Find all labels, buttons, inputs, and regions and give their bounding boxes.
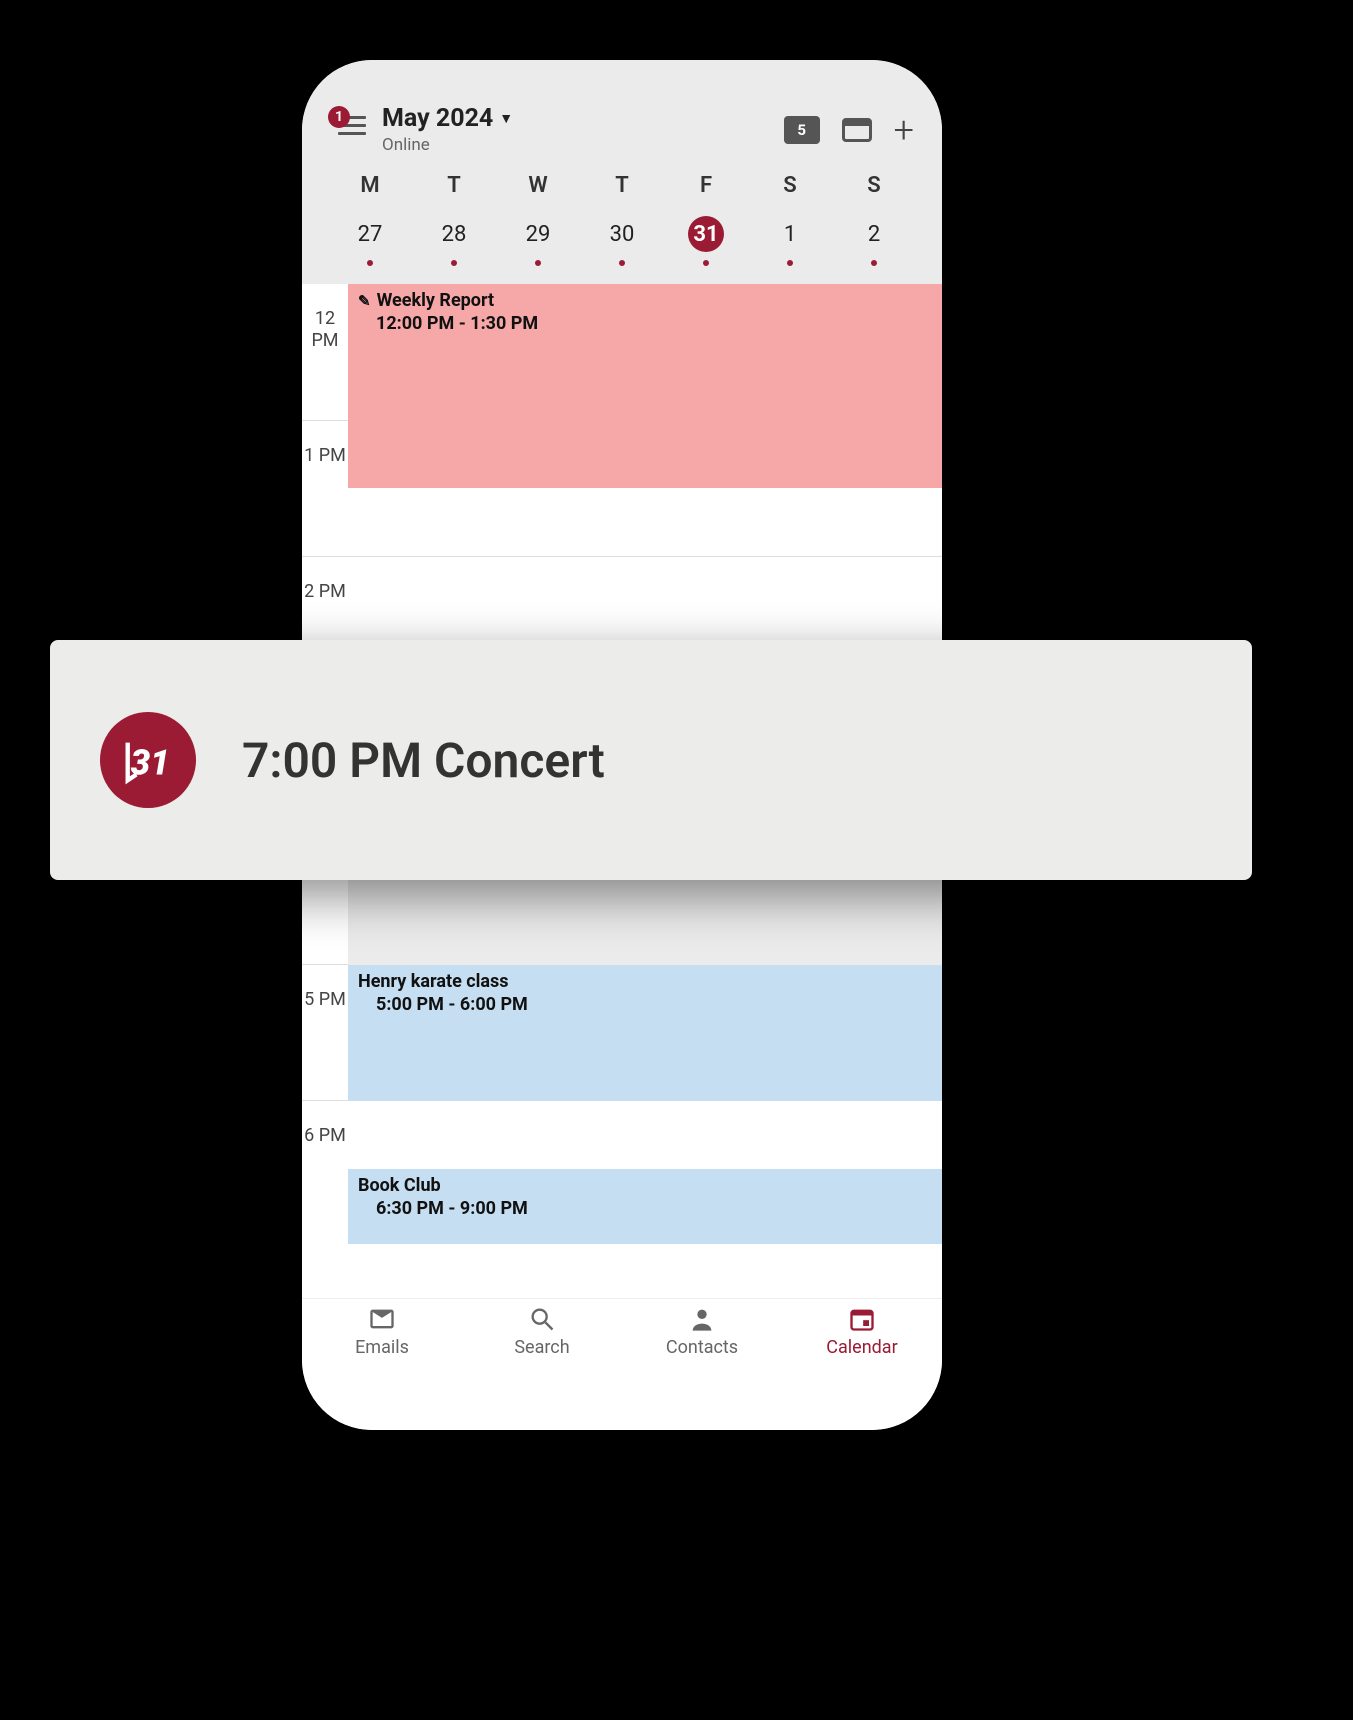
date-cell[interactable]: 1 xyxy=(748,216,832,266)
connection-status: Online xyxy=(382,135,513,155)
event-dot xyxy=(703,260,709,266)
add-event-button[interactable]: + xyxy=(894,112,914,148)
date-cell[interactable]: 30 xyxy=(580,216,664,266)
search-icon xyxy=(525,1305,559,1333)
event-time-text: 6:30 PM - 9:00 PM xyxy=(376,1198,932,1219)
event-dot xyxy=(787,260,793,266)
person-icon xyxy=(685,1305,719,1333)
event-title-text: Book Club xyxy=(358,1175,441,1196)
tab-label: Search xyxy=(514,1337,569,1358)
tab-search[interactable]: Search xyxy=(462,1305,622,1430)
weekday-label: T xyxy=(580,173,664,198)
weekday-label: S xyxy=(748,173,832,198)
month-title: May 2024 xyxy=(382,104,493,133)
date-cell[interactable]: 28 xyxy=(412,216,496,266)
date-cell[interactable]: 29 xyxy=(496,216,580,266)
event-dot xyxy=(871,260,877,266)
hour-label: 5 PM xyxy=(302,965,348,1011)
notification-banner[interactable]: 31 7:00 PM Concert xyxy=(50,640,1252,880)
day-count-badge[interactable]: 5 xyxy=(784,116,820,144)
bottom-tabs: Emails Search Contacts Calendar xyxy=(302,1298,942,1430)
tab-calendar[interactable]: Calendar xyxy=(782,1305,942,1430)
event-dot xyxy=(367,260,373,266)
event-time-text: 5:00 PM - 6:00 PM xyxy=(376,994,932,1015)
weekday-label: T xyxy=(412,173,496,198)
tab-contacts[interactable]: Contacts xyxy=(622,1305,782,1430)
tab-label: Emails xyxy=(355,1337,409,1358)
menu-button[interactable]: 1 xyxy=(338,116,372,144)
hour-label: 2 PM xyxy=(302,557,348,603)
event-time-text: 12:00 PM - 1:30 PM xyxy=(376,313,932,334)
weekday-row: M T W T F S S xyxy=(320,155,924,210)
pencil-icon: ✎ xyxy=(358,292,371,310)
hour-label: 6 PM xyxy=(302,1101,348,1147)
calendar-header: 1 May 2024 ▼ Online 5 + M T W T F S xyxy=(302,60,942,284)
event-dot xyxy=(619,260,625,266)
date-cell[interactable]: 31 xyxy=(664,216,748,266)
weekday-label: F xyxy=(664,173,748,198)
mail-icon xyxy=(365,1305,399,1333)
tab-emails[interactable]: Emails xyxy=(302,1305,462,1430)
notification-text: 7:00 PM Concert xyxy=(242,732,605,789)
view-toggle-icon[interactable] xyxy=(842,118,872,142)
weekday-label: W xyxy=(496,173,580,198)
tab-label: Contacts xyxy=(666,1337,738,1358)
calendar-icon xyxy=(845,1305,879,1333)
tab-label: Calendar xyxy=(826,1337,897,1358)
chevron-down-icon: ▼ xyxy=(499,110,513,127)
header-actions: 5 + xyxy=(784,112,914,148)
calendar-app-icon: 31 xyxy=(100,712,196,808)
date-cell[interactable]: 27 xyxy=(328,216,412,266)
month-selector[interactable]: May 2024 ▼ Online xyxy=(382,104,513,155)
svg-text:31: 31 xyxy=(131,744,170,784)
event-title-text: Weekly Report xyxy=(377,290,495,311)
header-top-row: 1 May 2024 ▼ Online 5 + xyxy=(320,104,924,155)
date-cell[interactable]: 2 xyxy=(832,216,916,266)
weekday-label: S xyxy=(832,173,916,198)
hour-label: 1 PM xyxy=(302,421,348,467)
hour-label: 12 PM xyxy=(302,284,348,351)
event-henry-karate[interactable]: Henry karate class 5:00 PM - 6:00 PM xyxy=(348,965,942,1101)
event-title-text: Henry karate class xyxy=(358,971,509,992)
event-book-club[interactable]: Book Club 6:30 PM - 9:00 PM xyxy=(348,1169,942,1244)
date-row: 27 28 29 30 31 1 2 xyxy=(320,210,924,276)
event-dot xyxy=(451,260,457,266)
weekday-label: M xyxy=(328,173,412,198)
menu-badge: 1 xyxy=(328,106,350,128)
event-dot xyxy=(535,260,541,266)
